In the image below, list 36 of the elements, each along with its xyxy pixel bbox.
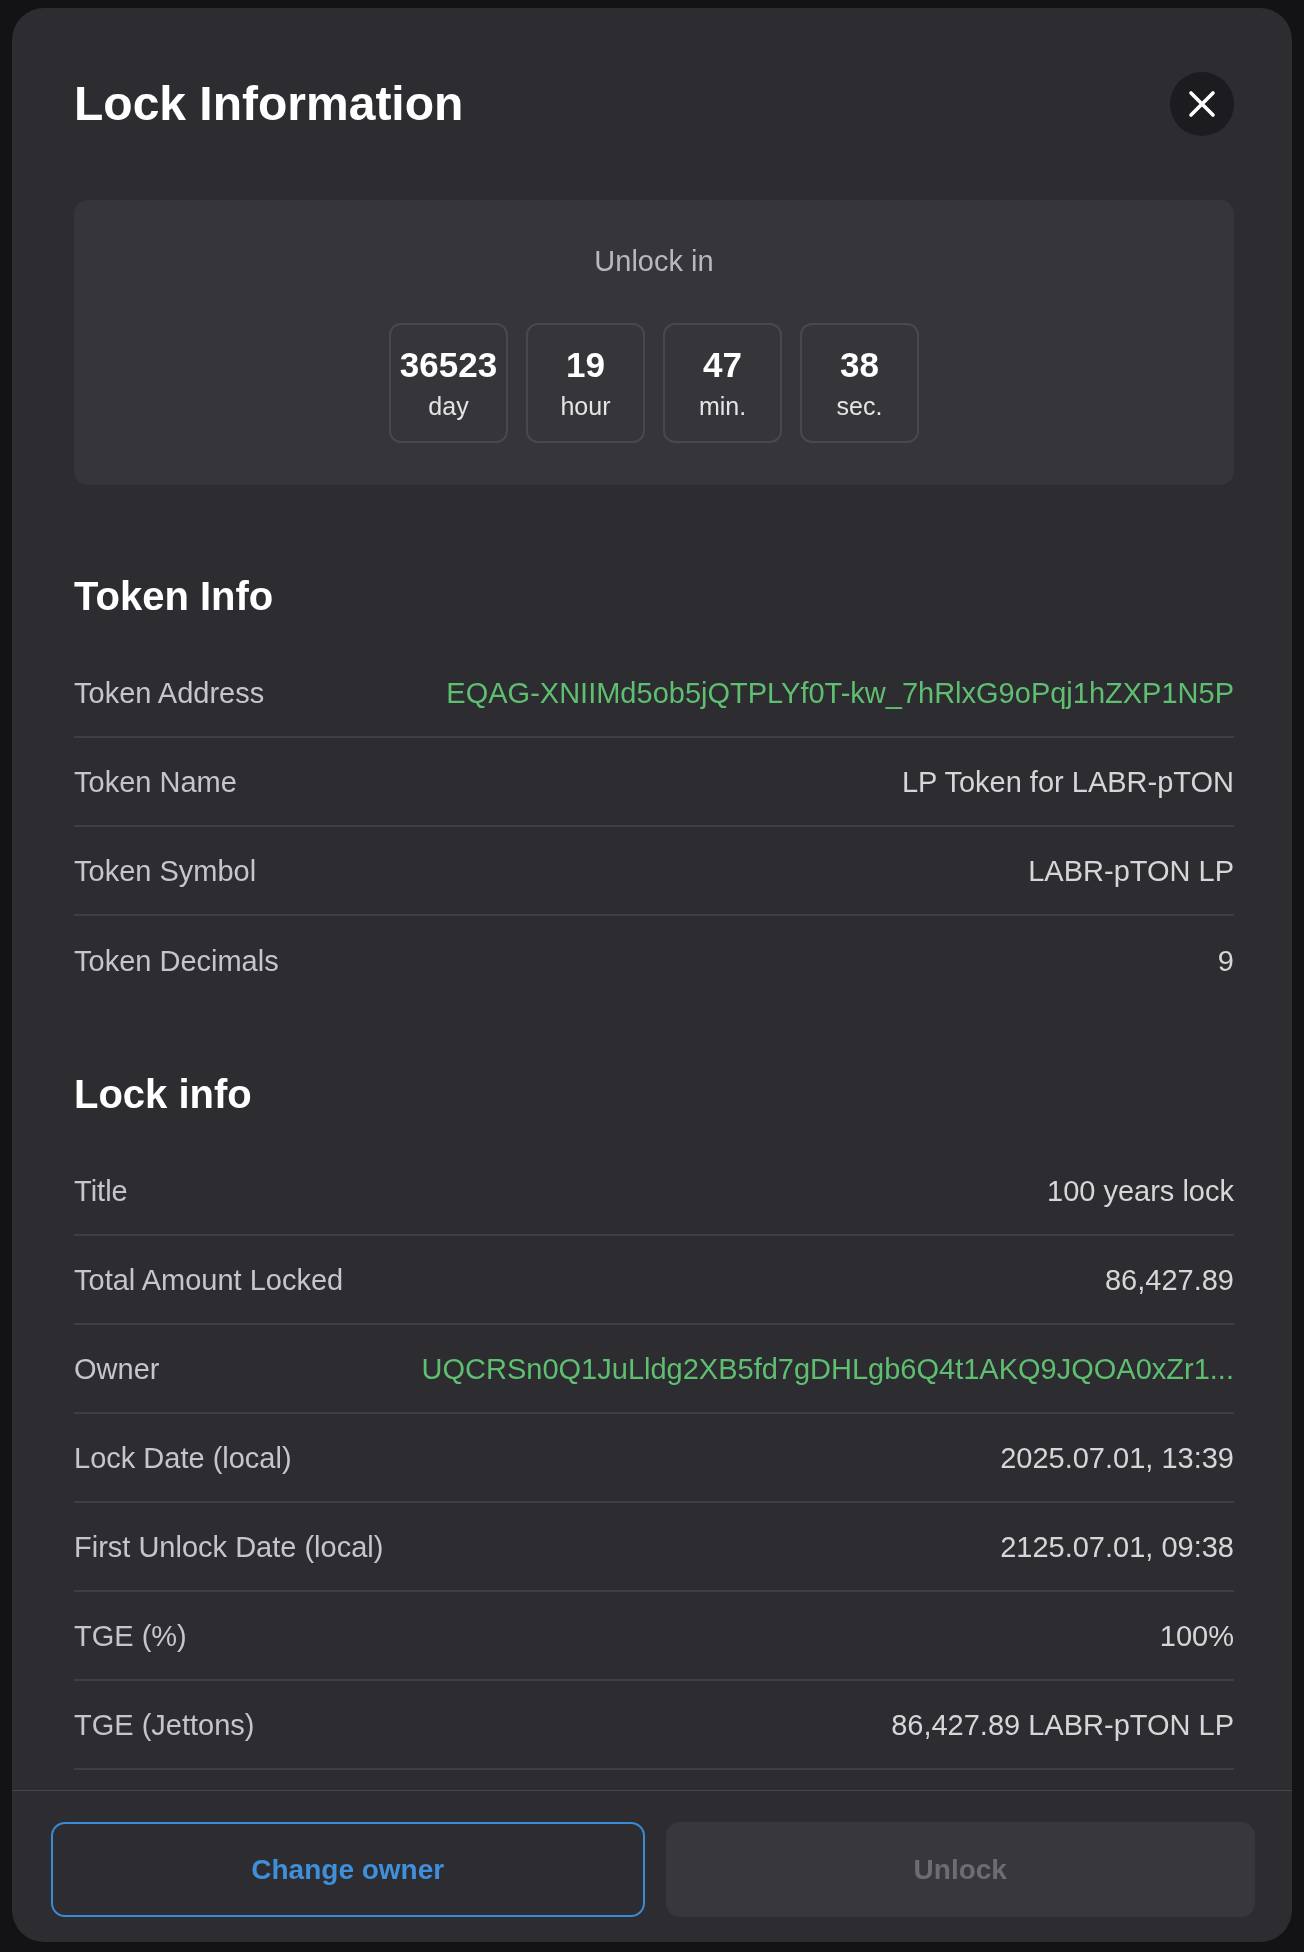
countdown-unit: sec. — [836, 391, 883, 421]
info-label: Owner — [74, 1351, 160, 1387]
info-label: Token Address — [74, 675, 265, 711]
countdown-label: Unlock in — [594, 244, 714, 278]
info-value: LABR-pTON LP — [1028, 853, 1234, 889]
countdown-value: 19 — [566, 345, 605, 385]
info-label: Token Name — [74, 764, 237, 800]
address-link[interactable]: UQCRSn0Q1JuLldg2XB5fd7gDHLgb6Q4t1AKQ9JQOA0xZr1... — [421, 1350, 1234, 1387]
countdown-unit: hour — [560, 391, 611, 421]
info-label: Token Symbol — [74, 853, 257, 889]
address-link[interactable]: EQAG-XNIIMd5ob5jQTPLYf0T-kw_7hRlxG9oPqj1hZXP1N5P — [446, 674, 1234, 711]
info-value: 86,427.89 LABR-pTON LP — [891, 1707, 1234, 1743]
section-heading: Lock info — [74, 1071, 253, 1118]
info-label: TGE (%) — [74, 1618, 187, 1654]
info-value: LP Token for LABR-pTON — [901, 764, 1234, 800]
dialog-title: Lock Information — [74, 76, 464, 132]
countdown-unit: day — [428, 391, 469, 421]
info-value: 2125.07.01, 09:38 — [1000, 1529, 1234, 1565]
section-heading: Token Info — [74, 573, 275, 620]
countdown-unit: min. — [698, 391, 747, 421]
info-value: 100% — [1159, 1618, 1234, 1654]
info-label: Total Amount Locked — [74, 1262, 344, 1298]
info-label: First Unlock Date (local) — [74, 1529, 384, 1565]
close-icon — [1188, 90, 1216, 118]
countdown-value: 47 — [703, 345, 742, 385]
info-value: 86,427.89 — [1105, 1262, 1234, 1298]
info-label: TGE (Jettons) — [74, 1707, 255, 1743]
info-value: 2025.07.01, 13:39 — [1000, 1440, 1234, 1476]
info-label: Title — [74, 1173, 128, 1209]
info-value: 9 — [1217, 943, 1234, 979]
action-button[interactable]: Change owner — [51, 1822, 645, 1917]
info-value: 100 years lock — [1047, 1173, 1234, 1209]
info-label: Lock Date (local) — [74, 1440, 292, 1476]
countdown-value: 38 — [840, 345, 879, 385]
countdown-value: 36523 — [399, 345, 498, 385]
info-label: Token Decimals — [74, 943, 279, 979]
